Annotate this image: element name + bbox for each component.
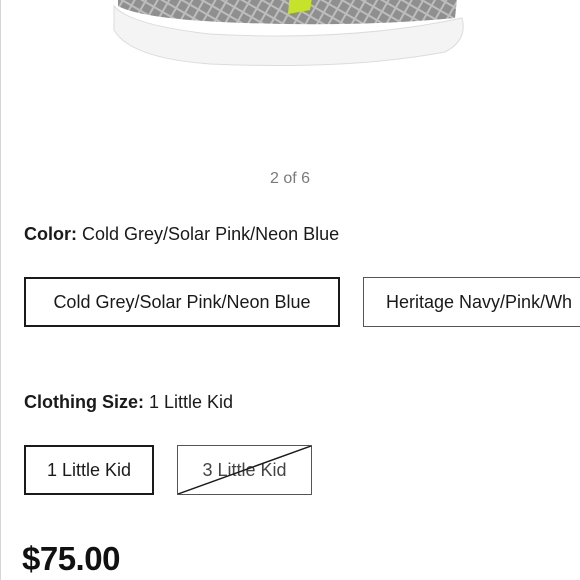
size-option-1-little-kid[interactable]: 1 Little Kid bbox=[24, 445, 154, 495]
size-option-label: 1 Little Kid bbox=[46, 459, 132, 480]
size-label: Clothing Size: 1 Little Kid bbox=[24, 392, 233, 413]
color-option-cold-grey[interactable]: Cold Grey/Solar Pink/Neon Blue bbox=[24, 277, 340, 327]
color-option-heritage-navy[interactable]: Heritage Navy/Pink/Wh bbox=[363, 277, 580, 327]
color-option-label: Heritage Navy/Pink/Wh bbox=[386, 291, 573, 312]
page-left-border bbox=[0, 0, 1, 580]
product-price: $75.00 bbox=[22, 540, 120, 577]
color-label-key: Color: bbox=[24, 224, 77, 244]
size-option-3-little-kid-unavailable[interactable]: 3 Little Kid bbox=[177, 445, 312, 495]
color-option-label: Cold Grey/Solar Pink/Neon Blue bbox=[53, 291, 311, 312]
color-selected-value: Cold Grey/Solar Pink/Neon Blue bbox=[82, 224, 340, 244]
shoe-photo bbox=[113, 0, 464, 66]
size-selected-value: 1 Little Kid bbox=[149, 392, 234, 412]
color-label: Color: Cold Grey/Solar Pink/Neon Blue bbox=[24, 224, 339, 245]
product-image[interactable] bbox=[0, 0, 580, 75]
size-option-label: 3 Little Kid bbox=[202, 459, 287, 480]
image-counter: 2 of 6 bbox=[269, 170, 311, 187]
size-label-key: Clothing Size: bbox=[24, 392, 144, 412]
